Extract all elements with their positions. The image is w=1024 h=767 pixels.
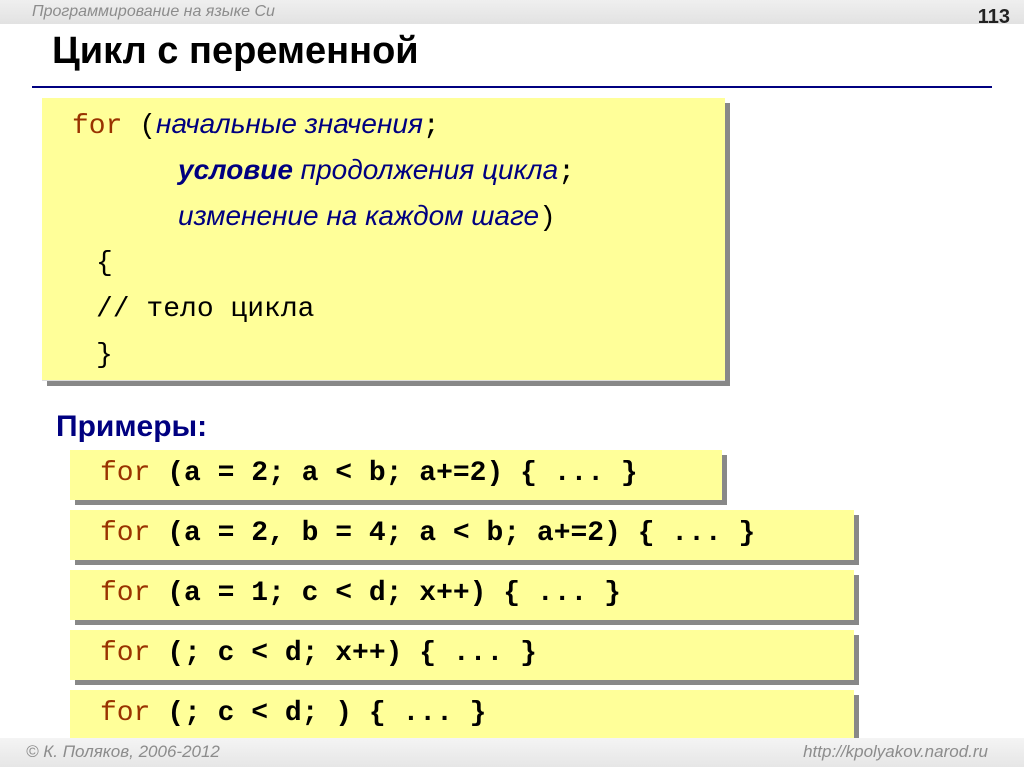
example-box-4: for (; c < d; x++) { ... } <box>70 630 854 680</box>
init-text: начальные значения <box>156 108 423 139</box>
example-text: (a = 2; a < b; a+=2) { ... } <box>150 458 638 489</box>
paren-close: ) <box>539 203 556 234</box>
keyword-for: for <box>100 458 151 489</box>
page-number: 113 <box>977 6 1010 28</box>
brace-close: } <box>96 340 113 371</box>
body-comment: // тело цикла <box>96 294 315 325</box>
example-text: (a = 1; c < d; x++) { ... } <box>150 578 621 609</box>
condition-bold: условие <box>178 154 293 185</box>
example-code: for (a = 1; c < d; x++) { ... } <box>100 578 621 609</box>
footer-url: http://kpolyakov.narod.ru <box>803 742 988 761</box>
examples-label: Примеры: <box>56 410 208 443</box>
example-code: for (; c < d; ) { ... } <box>100 698 486 729</box>
example-code: for (; c < d; x++) { ... } <box>100 638 537 669</box>
slide-title: Цикл с переменной <box>52 30 419 72</box>
footer-copyright: © К. Поляков, 2006-2012 <box>26 742 220 761</box>
paren-open: ( <box>139 111 157 142</box>
header-bar: Программирование на языке Си 113 <box>0 0 1024 28</box>
keyword-for: for <box>72 111 123 142</box>
keyword-for: for <box>100 698 151 729</box>
example-code: for (a = 2; a < b; a+=2) { ... } <box>100 458 638 489</box>
separator-2: ; <box>558 157 575 188</box>
example-text: (a = 2, b = 4; a < b; a+=2) { ... } <box>150 518 756 549</box>
brace-open: { <box>96 248 113 279</box>
syntax-line-2: условие продолжения цикла; <box>178 154 575 188</box>
example-box-2: for (a = 2, b = 4; a < b; a+=2) { ... } <box>70 510 854 560</box>
syntax-line-3: изменение на каждом шаге) <box>178 200 556 234</box>
title-divider <box>32 86 992 88</box>
syntax-box: for (начальные значения; условие продолж… <box>42 98 725 381</box>
keyword-for: for <box>100 518 151 549</box>
keyword-for: for <box>100 638 151 669</box>
example-text: (; c < d; ) { ... } <box>150 698 487 729</box>
separator-1: ; <box>422 111 440 142</box>
example-box-5: for (; c < d; ) { ... } <box>70 690 854 740</box>
example-text: (; c < d; x++) { ... } <box>150 638 537 669</box>
keyword-for: for <box>100 578 151 609</box>
course-title: Программирование на языке Си <box>32 3 275 20</box>
example-box-1: for (a = 2; a < b; a+=2) { ... } <box>70 450 722 500</box>
syntax-line-1: for (начальные значения; <box>72 108 440 142</box>
example-box-3: for (a = 1; c < d; x++) { ... } <box>70 570 854 620</box>
example-code: for (a = 2, b = 4; a < b; a+=2) { ... } <box>100 518 755 549</box>
step-text: изменение на каждом шаге <box>178 200 540 231</box>
condition-rest: продолжения цикла <box>292 154 559 185</box>
